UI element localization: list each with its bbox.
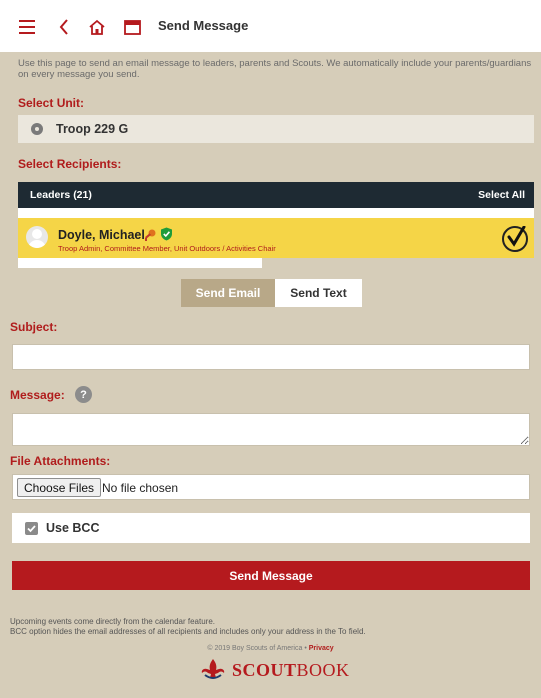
list-spacer [18,208,534,218]
calendar-icon[interactable] [121,16,143,38]
home-icon[interactable] [86,16,108,38]
tab-send-email[interactable]: Send Email [181,279,275,307]
recipient-name: Doyle, Michael [58,228,145,242]
file-status: No file chosen [102,481,179,495]
copyright-line: © 2019 Boy Scouts of America • Privacy [0,645,541,652]
subject-input[interactable] [12,344,530,370]
intro-text: Use this page to send an email message t… [18,58,532,80]
footnote-bcc: BCC option hides the email addresses of … [10,627,366,636]
list-cutoff-strip [18,258,262,268]
bcc-checkbox[interactable] [25,522,38,535]
page-title: Send Message [158,18,249,33]
message-textarea[interactable] [12,413,530,446]
back-arrow-icon[interactable] [53,16,75,38]
copyright-text: © 2019 Boy Scouts of America • [207,645,307,652]
help-icon[interactable]: ? [75,386,92,403]
select-recipients-label: Select Recipients: [18,157,122,171]
bsa-fleur-icon [201,659,225,679]
file-input[interactable]: Choose Files No file chosen [12,474,530,500]
select-all-button[interactable]: Select All [478,189,525,201]
leaders-group-header: Leaders (21) Select All [18,182,534,208]
unit-option[interactable]: Troop 229 G [18,115,534,143]
privacy-link[interactable]: Privacy [309,645,334,652]
file-attachments-label: File Attachments: [10,454,111,468]
hamburger-menu-icon[interactable] [16,16,38,38]
selected-check-icon[interactable] [502,226,528,252]
bcc-option[interactable]: Use BCC [12,513,530,543]
unit-name: Troop 229 G [56,122,129,136]
subject-label: Subject: [10,320,58,334]
scoutbook-logo: SCOUTBOOK [199,656,349,684]
bcc-label: Use BCC [46,521,100,535]
select-unit-label: Select Unit: [18,96,85,110]
unit-radio[interactable] [31,123,43,135]
send-message-button[interactable]: Send Message [12,561,530,590]
choose-files-button[interactable]: Choose Files [17,478,102,497]
top-bar: Send Message [0,0,541,52]
message-type-tabs: Send Email Send Text [181,279,362,307]
avatar-icon [26,226,48,248]
tab-send-text[interactable]: Send Text [275,279,362,307]
footnote-calendar: Upcoming events come directly from the c… [10,617,215,626]
leaders-group-title[interactable]: Leaders (21) [30,189,92,201]
message-label: Message: [10,388,65,402]
recipient-roles: Troop Admin, Committee Member, Unit Outd… [58,244,276,253]
brand-wordmark: SCOUTBOOK [232,660,350,680]
recipient-row[interactable]: Doyle, Michael Troop Admin, Committee Me… [18,218,534,258]
